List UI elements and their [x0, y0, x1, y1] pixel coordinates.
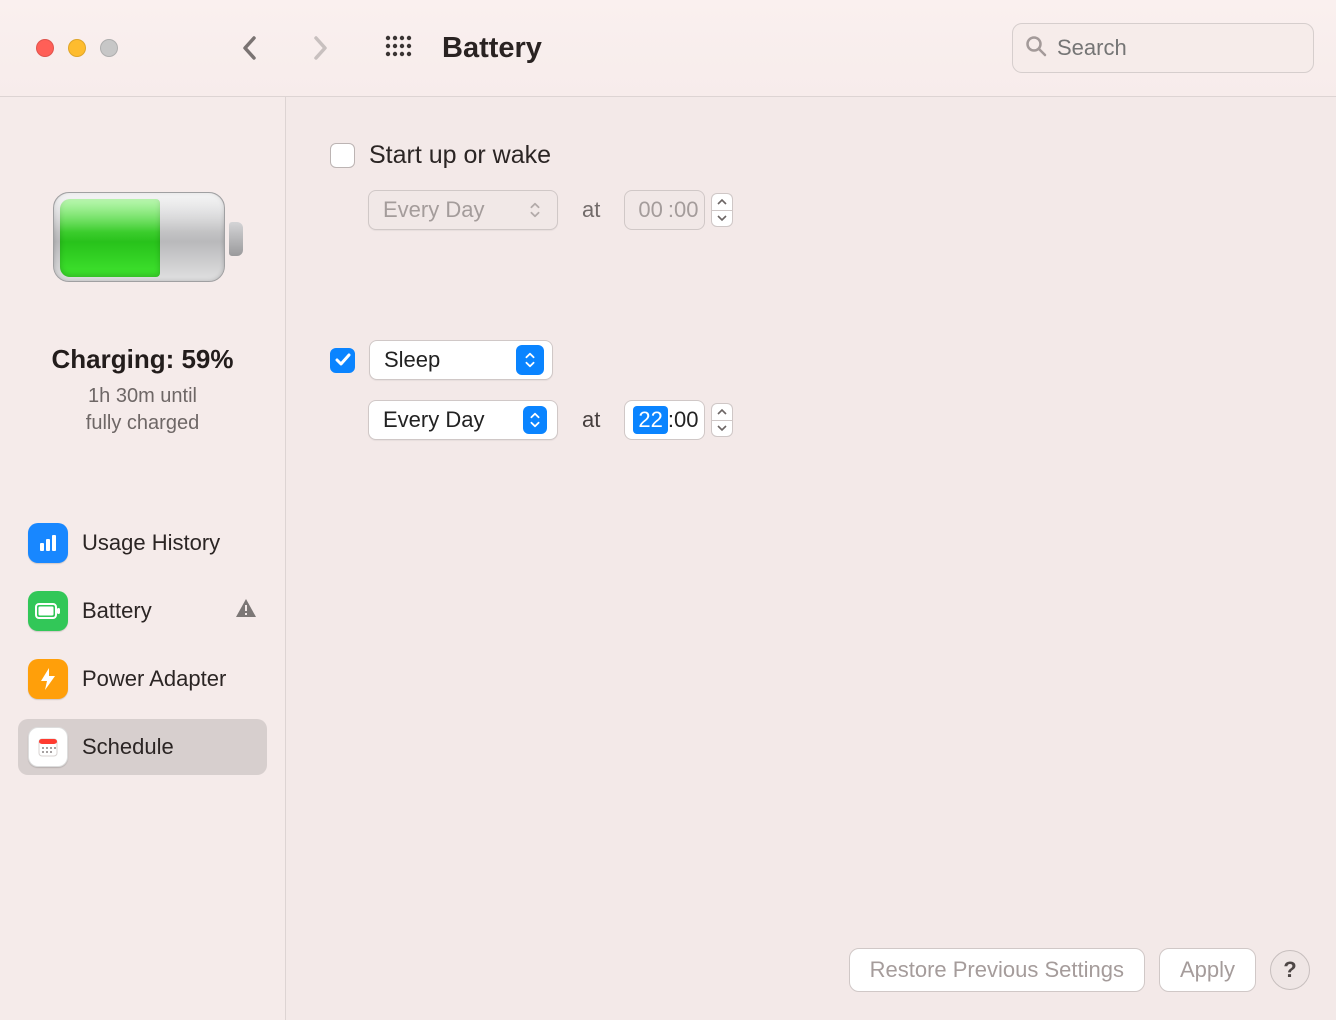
- chart-icon: [28, 523, 68, 563]
- window-controls: [36, 39, 118, 57]
- titlebar: Battery: [0, 0, 1336, 97]
- stepper-down-icon[interactable]: [711, 210, 733, 228]
- battery-status-subtitle: 1h 30m until fully charged: [18, 383, 267, 437]
- back-button[interactable]: [238, 34, 262, 62]
- sidebar-nav: Usage History Battery Power Adapter: [18, 515, 267, 775]
- sleep-time-hh[interactable]: 22: [633, 406, 667, 434]
- select-value: Sleep: [384, 347, 440, 373]
- startup-time-hh[interactable]: 00: [633, 196, 667, 224]
- startup-time-stepper[interactable]: [711, 193, 733, 227]
- startup-schedule-block: Start up or wake Every Day at 00:00: [330, 141, 1296, 230]
- battery-status-title: Charging: 59%: [18, 344, 267, 375]
- chevron-updown-icon: [523, 196, 547, 224]
- minimize-window-button[interactable]: [68, 39, 86, 57]
- sidebar-item-label: Battery: [82, 598, 152, 624]
- stepper-up-icon[interactable]: [711, 193, 733, 210]
- nav-buttons: [238, 34, 332, 62]
- search-input[interactable]: [1055, 34, 1336, 62]
- startup-time-field[interactable]: 00:00: [624, 190, 705, 230]
- startup-time-mm[interactable]: 00: [674, 197, 698, 223]
- sidebar-item-power-adapter[interactable]: Power Adapter: [18, 651, 267, 707]
- bolt-icon: [28, 659, 68, 699]
- chevron-updown-icon: [516, 345, 544, 375]
- search-icon: [1025, 35, 1047, 62]
- startup-checkbox[interactable]: [330, 143, 355, 168]
- sleep-time-field[interactable]: 22:00: [624, 400, 705, 440]
- sidebar-item-label: Usage History: [82, 530, 220, 556]
- show-all-prefs-button[interactable]: [384, 34, 412, 62]
- stepper-down-icon[interactable]: [711, 420, 733, 438]
- sleep-schedule-block: Sleep Every Day at 22:00: [330, 340, 1296, 440]
- restore-previous-button[interactable]: Restore Previous Settings: [849, 948, 1145, 992]
- chevron-updown-icon: [523, 406, 547, 434]
- footer-buttons: Restore Previous Settings Apply ?: [849, 948, 1310, 992]
- main-panel: Start up or wake Every Day at 00:00: [286, 97, 1336, 1020]
- sleep-action-select[interactable]: Sleep: [369, 340, 553, 380]
- sidebar: Charging: 59% 1h 30m until fully charged…: [0, 97, 286, 1020]
- sidebar-item-label: Schedule: [82, 734, 174, 760]
- sidebar-item-schedule[interactable]: Schedule: [18, 719, 267, 775]
- select-value: Every Day: [383, 407, 484, 433]
- battery-image: [53, 192, 233, 292]
- apply-button[interactable]: Apply: [1159, 948, 1256, 992]
- search-field[interactable]: [1012, 23, 1314, 73]
- sleep-time-stepper[interactable]: [711, 403, 733, 437]
- stepper-up-icon[interactable]: [711, 403, 733, 420]
- warning-icon: [235, 598, 257, 624]
- help-button[interactable]: ?: [1270, 950, 1310, 990]
- sidebar-item-battery[interactable]: Battery: [18, 583, 267, 639]
- sleep-day-select[interactable]: Every Day: [368, 400, 558, 440]
- sleep-at-label: at: [582, 407, 600, 433]
- zoom-window-button[interactable]: [100, 39, 118, 57]
- battery-icon: [28, 591, 68, 631]
- sidebar-item-usage-history[interactable]: Usage History: [18, 515, 267, 571]
- calendar-icon: [28, 727, 68, 767]
- forward-button[interactable]: [308, 34, 332, 62]
- select-value: Every Day: [383, 197, 484, 223]
- startup-at-label: at: [582, 197, 600, 223]
- startup-day-select[interactable]: Every Day: [368, 190, 558, 230]
- close-window-button[interactable]: [36, 39, 54, 57]
- sleep-time-mm[interactable]: 00: [674, 407, 698, 433]
- startup-label: Start up or wake: [369, 141, 551, 170]
- sleep-checkbox[interactable]: [330, 348, 355, 373]
- sidebar-item-label: Power Adapter: [82, 666, 226, 692]
- window-title: Battery: [442, 32, 542, 65]
